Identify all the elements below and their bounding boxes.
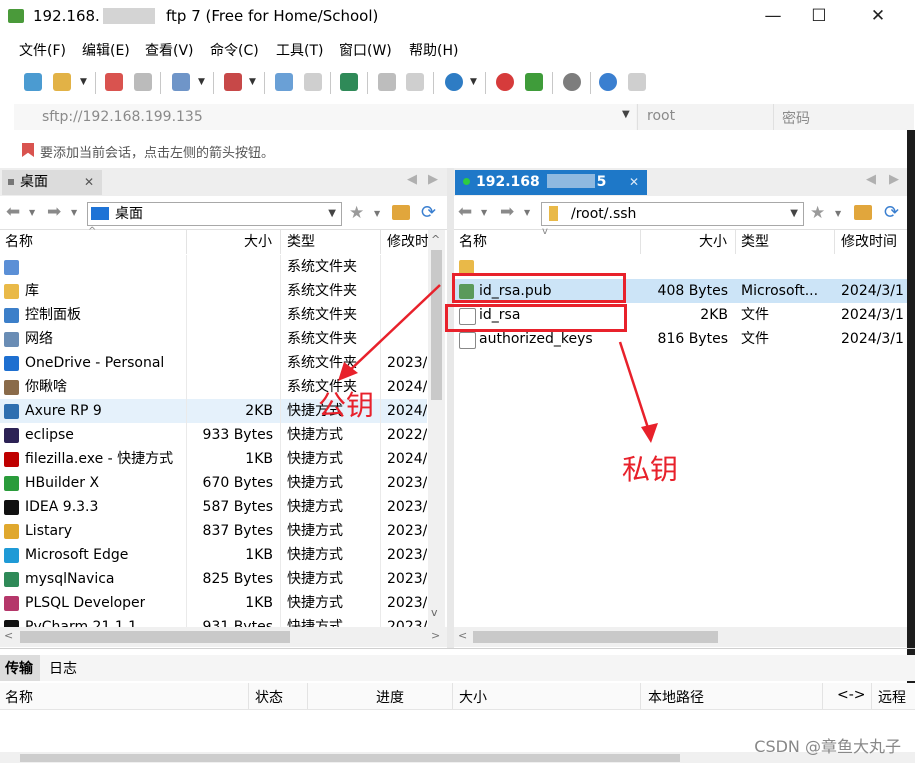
- transfer-col-size[interactable]: 大小: [459, 687, 487, 707]
- tab-transfers[interactable]: 传输: [5, 658, 33, 678]
- arrow-line-private: [618, 341, 650, 429]
- transfer-col-local-path[interactable]: 本地路径: [648, 687, 704, 707]
- col-divider: [452, 683, 453, 709]
- transfer-col-remote[interactable]: 远程: [878, 687, 906, 707]
- arrow-head-private: [641, 423, 658, 443]
- public-key-annotation: 公钥: [318, 389, 375, 422]
- col-divider: [307, 683, 308, 709]
- transfer-col-progress[interactable]: 进度: [376, 687, 404, 707]
- transfer-col-status[interactable]: 状态: [255, 687, 283, 707]
- transfer-header: 名称 状态 进度 大小 本地路径 <-> 远程: [0, 683, 915, 710]
- col-divider: [248, 683, 249, 709]
- divider: [0, 648, 915, 649]
- transfer-scroll-thumb[interactable]: [20, 754, 680, 762]
- tab-log[interactable]: 日志: [49, 658, 77, 678]
- col-divider: [822, 683, 823, 709]
- transfer-col-name[interactable]: 名称: [5, 687, 33, 707]
- bottom-tabstrip: 传输 日志: [0, 655, 915, 681]
- col-divider: [640, 683, 641, 709]
- transfer-col-direction[interactable]: <->: [837, 687, 866, 703]
- private-key-annotation: 私钥: [622, 453, 679, 486]
- arrow-line-public: [347, 284, 441, 373]
- watermark: CSDN @章鱼大丸子: [754, 737, 901, 756]
- col-divider: [871, 683, 872, 709]
